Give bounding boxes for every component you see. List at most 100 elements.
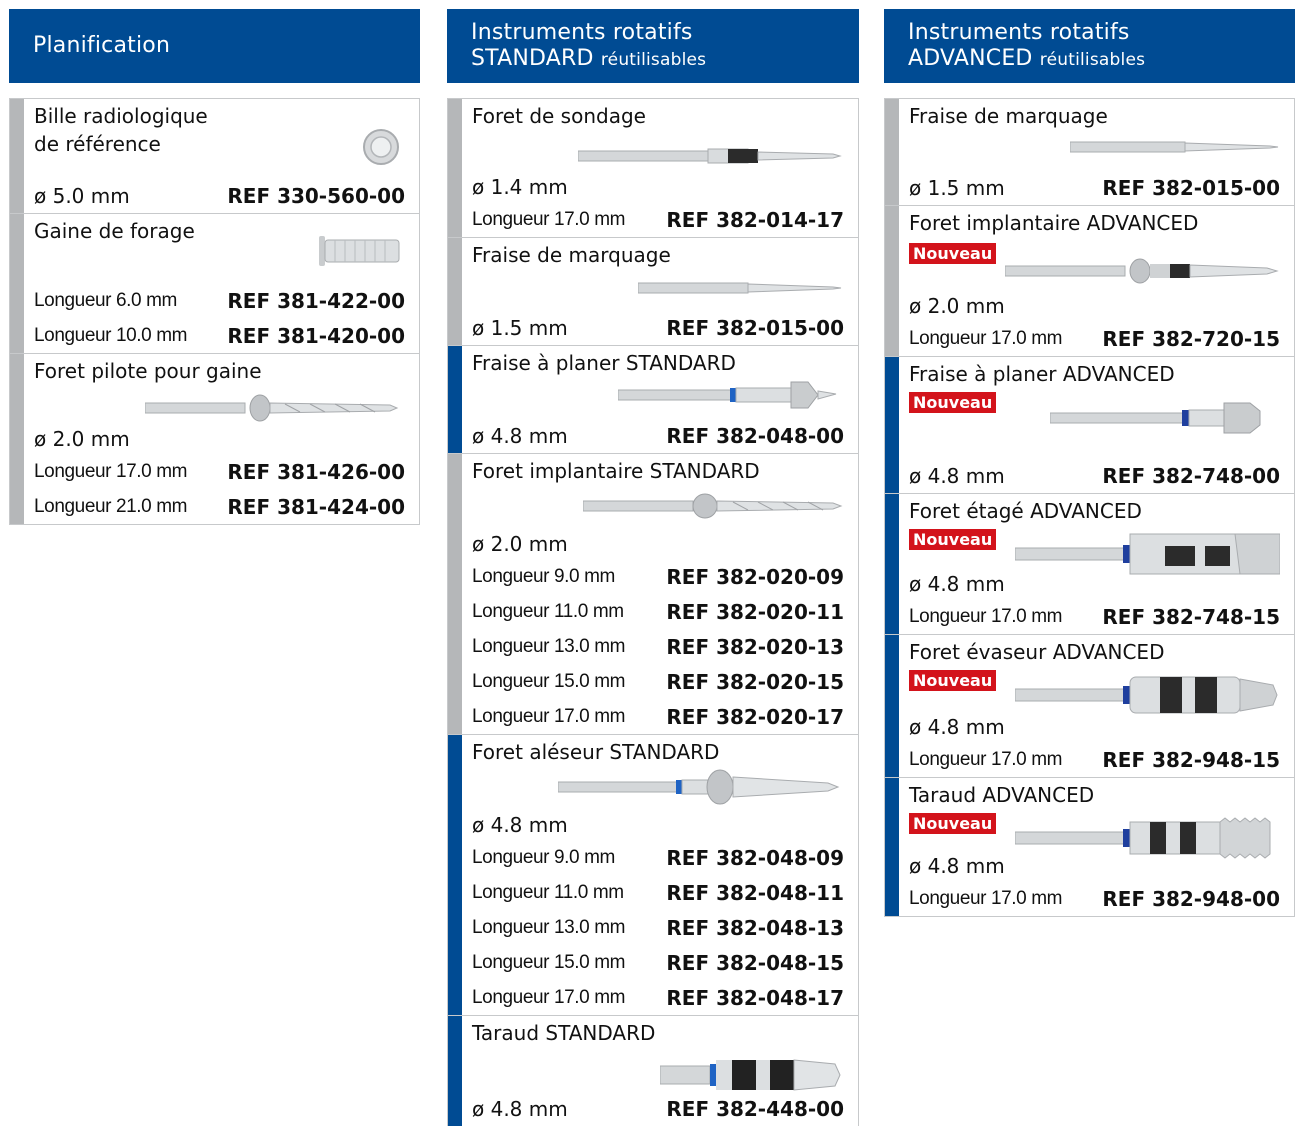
column-subtitle: réutilisables — [1039, 49, 1146, 70]
product-name: Bille radiologique de référence — [34, 104, 208, 156]
ref-number: REF 382-748-15 — [1102, 604, 1280, 629]
ref-number: REF 381-422-00 — [227, 288, 405, 313]
length-row: Longueur 17.0 mm REF 382-748-15 — [909, 599, 1280, 634]
product-item: Foret de sondage ø 1.4 mm Longueur 17.0 … — [448, 99, 858, 238]
diameter: ø 1.5 mm — [472, 315, 568, 340]
ref-number: REF 382-020-09 — [666, 564, 844, 589]
ref-number: REF 382-015-00 — [666, 315, 844, 340]
product-name: Fraise à planer ADVANCED — [909, 362, 1175, 386]
ball-icon — [363, 129, 399, 165]
product-item: Foret évaseur ADVANCED Nouveau ø 4.8 mm … — [885, 635, 1294, 778]
ref-number: REF 381-424-00 — [227, 494, 405, 519]
product-name: Fraise de marquage — [472, 243, 671, 267]
drill-icon — [1005, 258, 1279, 284]
length-row: Longueur 9.0 mm REF 382-048-09 — [472, 840, 844, 875]
product-name: Foret pilote pour gaine — [34, 359, 262, 383]
length-row: Longueur 17.0 mm REF 382-720-15 — [909, 321, 1280, 356]
product-name: Foret de sondage — [472, 104, 646, 128]
ref-number: REF 382-048-17 — [666, 985, 844, 1010]
column-subtitle-main: ADVANCED — [908, 45, 1033, 71]
diameter: ø 4.8 mm — [472, 423, 568, 448]
diameter: ø 4.8 mm — [909, 463, 1005, 488]
diameter: ø 4.8 mm — [472, 1096, 568, 1121]
diameter: ø 2.0 mm — [909, 294, 1005, 318]
diameter: ø 1.5 mm — [909, 175, 1005, 200]
diameter: ø 4.8 mm — [909, 854, 1005, 878]
item-list: Foret de sondage ø 1.4 mm Longueur 17.0 … — [447, 98, 859, 1126]
category-bar — [448, 1016, 462, 1126]
length-row: Longueur 13.0 mm REF 382-020-13 — [472, 629, 844, 664]
ref-line: ø 4.8 mm REF 382-748-00 — [909, 458, 1280, 493]
length-spec: Longueur 21.0 mm — [34, 495, 188, 517]
length-spec: Longueur 17.0 mm — [909, 327, 1063, 349]
product-name: Foret étagé ADVANCED — [909, 499, 1142, 523]
length-spec: Longueur 9.0 mm — [472, 565, 615, 587]
length-spec: Longueur 17.0 mm — [909, 748, 1063, 770]
ref-number: REF 381-426-00 — [227, 459, 405, 484]
ref-line: ø 5.0 mm REF 330-560-00 — [34, 178, 405, 213]
column-header: Instruments rotatifs ADVANCED réutilisab… — [884, 9, 1295, 83]
diameter: ø 4.8 mm — [909, 715, 1005, 739]
length-spec: Longueur 17.0 mm — [34, 460, 188, 482]
ref-number: REF 382-048-15 — [666, 950, 844, 975]
drill-icon — [1050, 402, 1261, 434]
length-spec: Longueur 17.0 mm — [909, 887, 1063, 909]
ref-number: REF 381-420-00 — [227, 323, 405, 348]
ref-line: ø 1.5 mm REF 382-015-00 — [909, 170, 1280, 205]
product-name: Taraud STANDARD — [472, 1021, 656, 1045]
length-spec: Longueur 11.0 mm — [472, 881, 624, 903]
ref-number: REF 382-048-00 — [666, 423, 844, 448]
drill-icon — [145, 394, 399, 422]
diameter: ø 5.0 mm — [34, 183, 130, 208]
ref-number: REF 382-748-00 — [1102, 463, 1280, 488]
category-bar — [885, 494, 899, 634]
ref-number: REF 382-048-13 — [666, 915, 844, 940]
new-badge: Nouveau — [909, 392, 997, 413]
ref-line: ø 4.8 mm REF 382-048-00 — [472, 418, 844, 453]
diameter: ø 4.8 mm — [909, 572, 1005, 596]
ref-number: REF 382-015-00 — [1102, 175, 1280, 200]
length-spec: Longueur 17.0 mm — [472, 986, 626, 1008]
ref-number: REF 382-020-17 — [666, 704, 844, 729]
product-item: Foret aléseur STANDARD ø 4.8 mm Longueur… — [448, 735, 858, 1016]
category-bar — [885, 778, 899, 916]
length-row: Longueur 10.0 mm REF 381-420-00 — [34, 318, 405, 353]
category-bar — [885, 357, 899, 493]
drill-icon — [1070, 141, 1279, 153]
length-spec: Longueur 15.0 mm — [472, 951, 626, 973]
category-bar — [10, 354, 24, 524]
column-header: Planification — [9, 9, 420, 83]
diameter: ø 2.0 mm — [34, 427, 130, 451]
ref-number: REF 382-020-13 — [666, 634, 844, 659]
length-spec: Longueur 10.0 mm — [34, 324, 188, 346]
drill-icon — [1015, 676, 1278, 714]
category-bar — [448, 238, 462, 345]
item-list: Bille radiologique de référence ø 5.0 mm… — [9, 98, 420, 525]
ref-number: REF 382-048-09 — [666, 845, 844, 870]
length-spec: Longueur 15.0 mm — [472, 670, 626, 692]
length-spec: Longueur 6.0 mm — [34, 289, 177, 311]
product-item: Taraud STANDARD ø 4.8 mm REF 382-448-00 — [448, 1016, 858, 1126]
category-bar — [10, 214, 24, 353]
ref-number: REF 382-448-00 — [666, 1096, 844, 1121]
product-name: Foret implantaire STANDARD — [472, 459, 760, 483]
length-spec: Longueur 13.0 mm — [472, 916, 626, 938]
length-spec: Longueur 11.0 mm — [472, 600, 624, 622]
product-name: Foret implantaire ADVANCED — [909, 211, 1199, 235]
product-item: Foret pilote pour gaine ø 2.0 mm Longueu… — [10, 354, 419, 525]
drill-icon — [578, 148, 842, 164]
category-bar — [10, 99, 24, 213]
product-item: Taraud ADVANCED Nouveau ø 4.8 mm Longueu… — [885, 778, 1294, 917]
column-subtitle-main: STANDARD — [471, 45, 594, 71]
product-item: Foret étagé ADVANCED Nouveau ø 4.8 mm Lo… — [885, 494, 1294, 635]
ref-number: REF 382-720-15 — [1102, 326, 1280, 351]
product-name: Fraise de marquage — [909, 104, 1108, 128]
sleeve-icon — [319, 236, 400, 266]
column-title: Instruments rotatifs — [908, 19, 1130, 45]
new-badge: Nouveau — [909, 813, 997, 834]
length-row: Longueur 17.0 mm REF 382-948-00 — [909, 881, 1280, 916]
product-item: Fraise de marquage ø 1.5 mm REF 382-015-… — [448, 238, 858, 346]
category-bar — [885, 99, 899, 205]
diameter: ø 1.4 mm — [472, 175, 568, 199]
product-item: Foret implantaire STANDARD ø 2.0 mm Long… — [448, 454, 858, 735]
